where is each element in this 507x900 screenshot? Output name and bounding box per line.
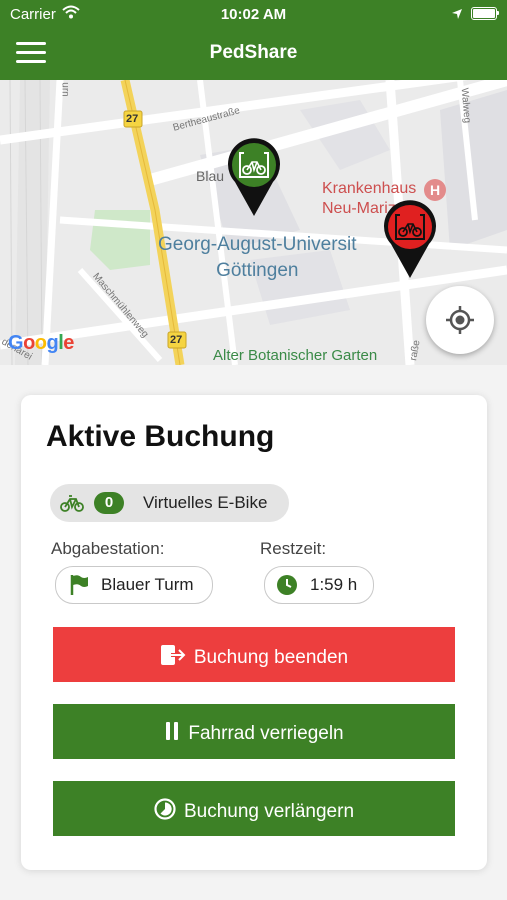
my-location-button[interactable] — [426, 286, 494, 354]
battery-icon — [471, 7, 497, 20]
remaining-time-label: Restzeit: — [260, 539, 327, 558]
end-booking-button[interactable]: Buchung beenden — [53, 627, 455, 682]
extend-booking-content: Buchung verlängern — [53, 798, 455, 826]
extend-booking-label: Buchung verlängern — [183, 801, 355, 823]
hospital-marker: H — [430, 182, 441, 198]
street-urn: urn — [59, 82, 71, 97]
pause-icon — [164, 721, 180, 747]
flag-icon — [69, 574, 89, 601]
map-label-garden: Alter Botanischer Garten — [213, 347, 378, 364]
return-station-label: Abgabestation: — [51, 539, 165, 558]
end-booking-content: Buchung beenden — [53, 644, 455, 672]
lock-bike-button[interactable]: Fahrrad verriegeln — [53, 704, 455, 759]
app-screen: Carrier 10:02 AM PedShare 27 27 Bertheau… — [0, 0, 507, 900]
status-bar: Carrier 10:02 AM — [0, 0, 507, 28]
status-time: 10:02 AM — [220, 6, 287, 23]
lock-bike-label: Fahrrad verriegeln — [188, 723, 344, 745]
campus-line-1: Georg-August-Universit — [158, 234, 357, 255]
location-arrow-icon — [451, 7, 463, 24]
map-label-blau: Blau — [196, 168, 225, 184]
route-27-bottom: 27 — [170, 334, 183, 346]
bike-icon — [228, 138, 280, 216]
google-logo: Google — [8, 332, 74, 354]
timer-icon — [154, 798, 176, 826]
lock-bike-content: Fahrrad verriegeln — [53, 721, 455, 747]
return-station-name: Blauer Turm — [101, 575, 194, 594]
bike-chip: 0 Virtuelles E-Bike — [50, 484, 289, 522]
end-booking-label: Buchung beenden — [193, 647, 349, 669]
campus-line-2: Göttingen — [216, 260, 299, 281]
remaining-time-pill: 1:59 h — [264, 566, 374, 604]
bike-icon — [60, 493, 84, 518]
my-location-icon — [446, 306, 474, 334]
bike-count-badge: 0 — [94, 492, 124, 514]
hospital-line-1: Krankenhaus — [322, 180, 417, 197]
clock-icon — [276, 574, 298, 601]
bike-name: Virtuelles E-Bike — [143, 493, 268, 512]
station-pin-occupied[interactable] — [383, 200, 437, 285]
battery-tip — [497, 11, 499, 15]
route-27-top: 27 — [126, 113, 139, 125]
map-view[interactable]: 27 27 Bertheaustraße Maschmühlenweg Walw… — [0, 80, 507, 365]
extend-booking-button[interactable]: Buchung verlängern — [53, 781, 455, 836]
map-label-campus: Georg-August-Universit Göttingen — [158, 232, 357, 284]
active-booking-card: Aktive Buchung 0 Virtuelles E-Bike Abgab… — [21, 395, 487, 870]
nav-bar: PedShare — [0, 28, 507, 80]
exit-icon — [160, 644, 187, 672]
return-station-pill[interactable]: Blauer Turm — [55, 566, 213, 604]
bike-icon — [384, 200, 436, 278]
station-pin-available[interactable] — [227, 138, 281, 223]
remaining-time-value: 1:59 h — [310, 575, 358, 594]
booking-title: Aktive Buchung — [46, 420, 275, 453]
app-title: PedShare — [209, 42, 298, 63]
